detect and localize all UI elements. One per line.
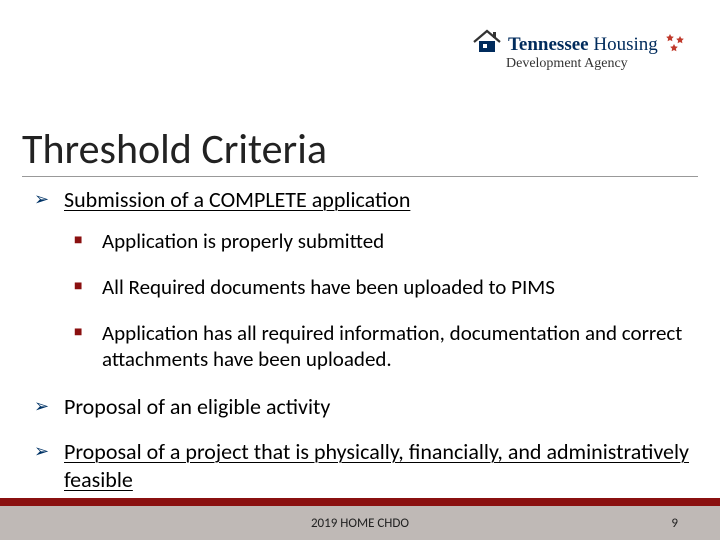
- logo: Tennessee Housing Development Agency: [472, 28, 692, 72]
- footer-accent-bar: [0, 498, 720, 506]
- page-title: Threshold Criteria: [22, 124, 327, 175]
- house-icon: [472, 28, 502, 54]
- sub-bullet: Application is properly submitted: [74, 228, 694, 254]
- bullet-1-text: Submission of a COMPLETE application: [64, 186, 410, 213]
- bullet-3-text: Proposal of a project that is physically…: [64, 438, 689, 493]
- content-body: Submission of a COMPLETE application App…: [34, 186, 694, 501]
- stars-icon: [664, 32, 686, 54]
- logo-title: Tennessee Housing: [508, 35, 658, 54]
- bullet-1: Submission of a COMPLETE application: [34, 186, 694, 214]
- sub-bullet-text: All Required documents have been uploade…: [102, 274, 555, 300]
- sub-bullet-text: Application has all required information…: [102, 320, 682, 372]
- footer-center-text: 2019 HOME CHDO: [0, 516, 720, 531]
- logo-subtitle: Development Agency: [472, 56, 692, 72]
- bullet-2-text: Proposal of an eligible activity: [64, 393, 330, 420]
- bullet-3: Proposal of a project that is physically…: [34, 438, 694, 493]
- bullet-1-sublist: Application is properly submitted All Re…: [74, 228, 694, 373]
- sub-bullet-text: Application is properly submitted: [102, 228, 384, 254]
- slide: Tennessee Housing Development Agency Thr…: [0, 0, 720, 540]
- bullet-2: Proposal of an eligible activity: [34, 393, 694, 421]
- page-number: 9: [671, 516, 678, 531]
- logo-row: Tennessee Housing: [472, 28, 692, 54]
- title-underline: [22, 176, 698, 177]
- sub-bullet: All Required documents have been uploade…: [74, 274, 694, 300]
- sub-bullet: Application has all required information…: [74, 320, 694, 373]
- footer: 2019 HOME CHDO 9: [0, 498, 720, 540]
